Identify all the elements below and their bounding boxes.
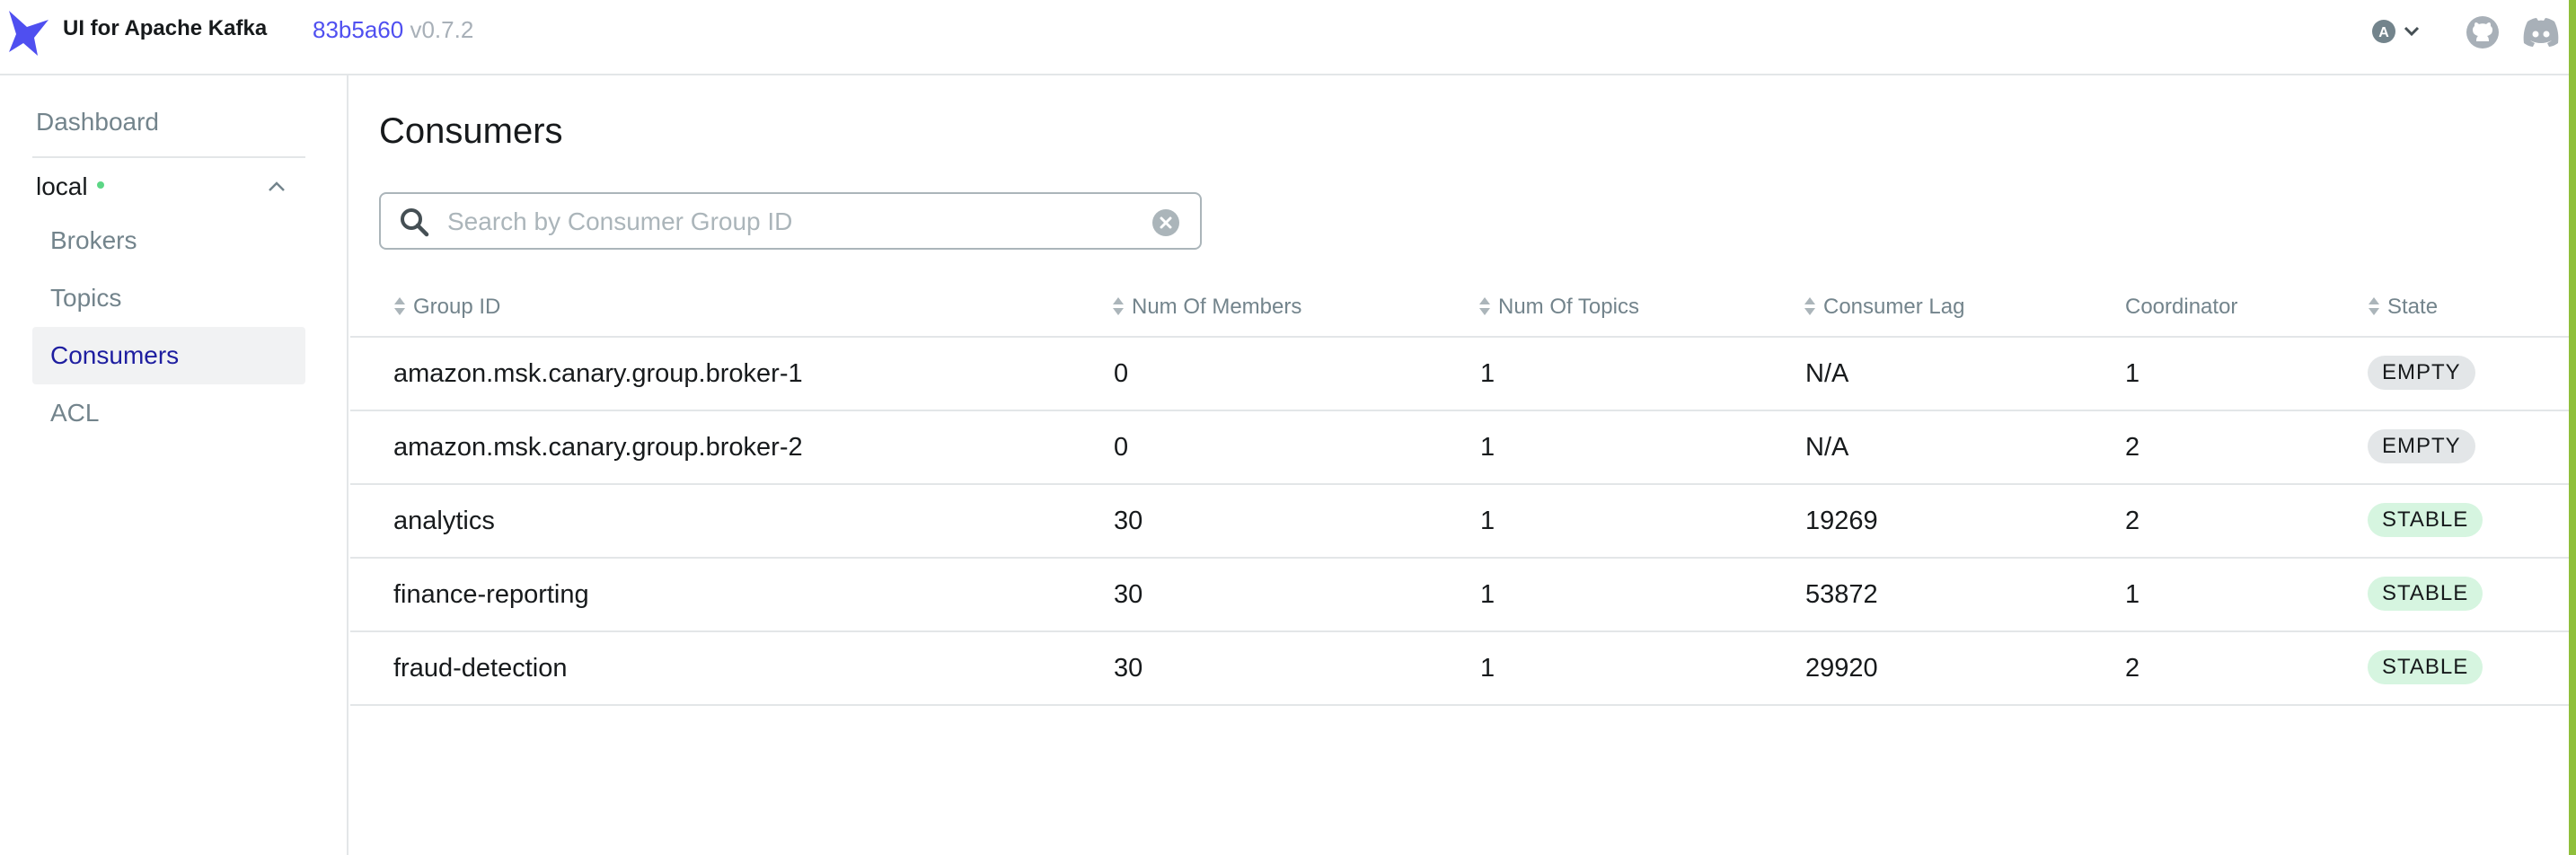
group-id-link[interactable]: amazon.msk.canary.group.broker-1	[393, 359, 803, 389]
state-badge: EMPTY	[2368, 356, 2475, 390]
sidebar-item-label: ACL	[50, 399, 100, 427]
cell-num-members: 30	[1114, 654, 1143, 683]
state-badge: STABLE	[2368, 503, 2483, 537]
sort-icon	[2369, 296, 2379, 315]
sidebar-item-dashboard[interactable]: Dashboard	[36, 108, 159, 137]
cell-consumer-lag: 29920	[1805, 654, 1878, 683]
table-row: amazon.msk.canary.group.broker-2 0 1 N/A…	[350, 411, 2569, 485]
kafka-ui-logo-icon[interactable]	[7, 7, 52, 57]
cell-num-members: 30	[1114, 580, 1143, 609]
state-badge: STABLE	[2368, 650, 2483, 684]
discord-icon[interactable]	[2520, 14, 2562, 50]
cell-num-members: 0	[1114, 359, 1129, 388]
cell-num-topics: 1	[1480, 433, 1495, 462]
cell-num-topics: 1	[1480, 359, 1495, 388]
search-input[interactable]	[446, 203, 1132, 241]
app-title[interactable]: UI for Apache Kafka	[63, 16, 267, 41]
cell-coordinator: 1	[2125, 580, 2140, 609]
github-icon[interactable]	[2465, 14, 2501, 50]
cell-coordinator: 2	[2125, 507, 2140, 535]
table-header-row: Group ID Num Of Members Num Of Topics Co…	[350, 278, 2569, 338]
sidebar-divider	[32, 156, 305, 158]
cluster-menu-local[interactable]: local	[36, 172, 104, 201]
state-badge: STABLE	[2368, 577, 2483, 611]
cell-num-members: 0	[1114, 433, 1129, 462]
column-header-coordinator: Coordinator	[2125, 295, 2238, 319]
chevron-down-icon	[2404, 26, 2420, 37]
user-avatar: A	[2378, 25, 2389, 40]
group-id-link[interactable]: analytics	[393, 507, 495, 536]
sidebar-item-label: Topics	[50, 284, 122, 312]
group-id-link[interactable]: fraud-detection	[393, 654, 567, 683]
top-navbar: UI for Apache Kafka 83b5a60 v0.7.2 A	[0, 0, 2576, 75]
sidebar-item-acl[interactable]: ACL	[32, 384, 305, 442]
state-badge: EMPTY	[2368, 429, 2475, 463]
table-row: amazon.msk.canary.group.broker-1 0 1 N/A…	[350, 338, 2569, 411]
cell-consumer-lag: N/A	[1805, 433, 1849, 462]
table-row: fraud-detection 30 1 29920 2 STABLE	[350, 632, 2569, 706]
column-header-group-id[interactable]: Group ID	[393, 295, 500, 320]
commit-link[interactable]: 83b5a60	[313, 16, 403, 43]
cell-coordinator: 2	[2125, 654, 2140, 683]
cell-num-topics: 1	[1480, 654, 1495, 683]
cluster-name: local	[36, 172, 88, 200]
cell-consumer-lag: N/A	[1805, 359, 1849, 388]
group-id-link[interactable]: amazon.msk.canary.group.broker-2	[393, 433, 803, 463]
cluster-online-indicator	[96, 181, 104, 189]
column-header-state[interactable]: State	[2368, 295, 2438, 320]
user-menu[interactable]: A	[2371, 18, 2427, 45]
search-icon	[401, 208, 429, 237]
chevron-up-icon[interactable]	[266, 178, 287, 196]
cell-coordinator: 1	[2125, 359, 2140, 388]
sort-icon	[1479, 296, 1490, 315]
cell-num-topics: 1	[1480, 507, 1495, 535]
sort-icon	[394, 296, 405, 315]
sidebar-item-label: Brokers	[50, 226, 137, 254]
cell-num-topics: 1	[1480, 580, 1495, 609]
consumers-table: Group ID Num Of Members Num Of Topics Co…	[350, 278, 2569, 706]
sidebar-item-label: Consumers	[50, 341, 180, 369]
column-header-consumer-lag[interactable]: Consumer Lag	[1804, 295, 1964, 320]
search-box	[379, 192, 1202, 250]
sidebar-item-topics[interactable]: Topics	[32, 269, 305, 327]
sort-icon	[1804, 296, 1815, 315]
table-row: analytics 30 1 19269 2 STABLE	[350, 485, 2569, 559]
page-title: Consumers	[379, 111, 563, 151]
window-edge-accent	[2569, 0, 2576, 855]
sort-icon	[1113, 296, 1124, 315]
clear-search-icon[interactable]	[1151, 208, 1180, 237]
sidebar-item-brokers[interactable]: Brokers	[32, 212, 305, 269]
version-tag: v0.7.2	[410, 16, 474, 43]
cell-coordinator: 2	[2125, 433, 2140, 462]
group-id-link[interactable]: finance-reporting	[393, 580, 589, 610]
cell-consumer-lag: 53872	[1805, 580, 1878, 609]
cell-num-members: 30	[1114, 507, 1143, 535]
version-info: 83b5a60 v0.7.2	[313, 16, 473, 44]
table-row: finance-reporting 30 1 53872 1 STABLE	[350, 559, 2569, 632]
column-header-num-members[interactable]: Num Of Members	[1112, 295, 1301, 320]
column-header-num-topics[interactable]: Num Of Topics	[1478, 295, 1639, 320]
sidebar: Dashboard local Brokers Topics Consumers…	[0, 75, 348, 855]
cell-consumer-lag: 19269	[1805, 507, 1878, 535]
sidebar-item-consumers[interactable]: Consumers	[32, 327, 305, 384]
